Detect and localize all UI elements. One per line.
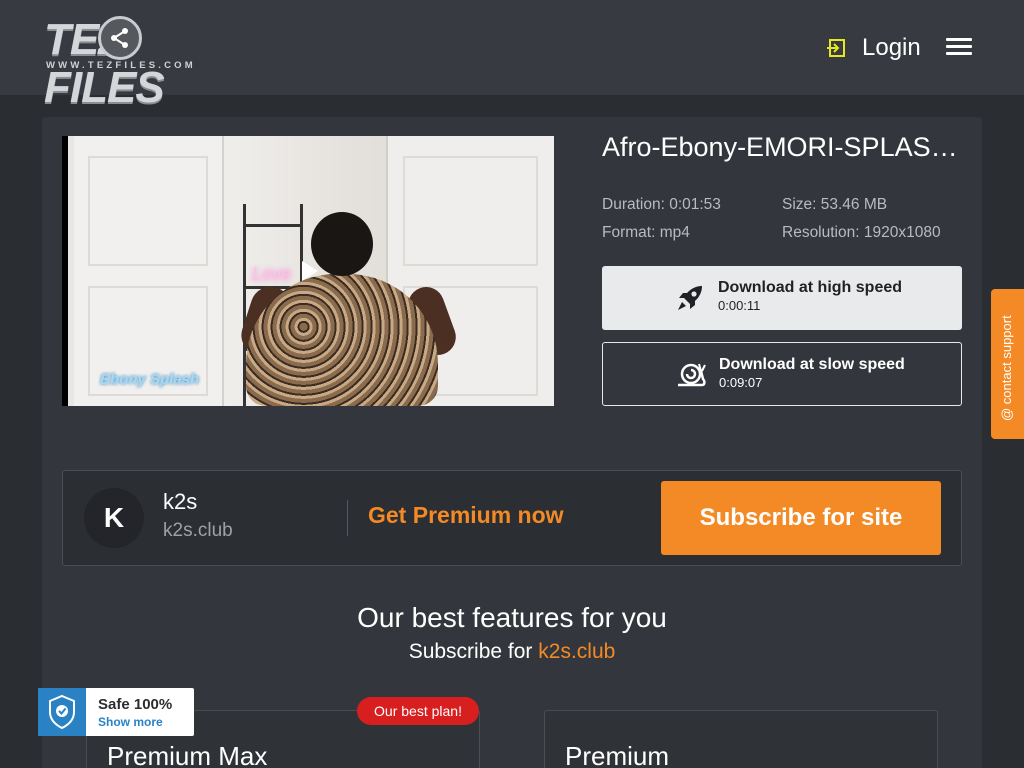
features-sub-site-link[interactable]: k2s.club: [538, 640, 615, 663]
share-icon: [98, 16, 142, 60]
download-fast-button[interactable]: Download at high speed 0:00:11: [602, 266, 962, 330]
features-sub-prefix: Subscribe for: [408, 640, 533, 663]
shield-icon: [38, 688, 86, 736]
file-title: Afro-Ebony-EMORI-SPLASH...: [602, 132, 962, 162]
file-size: Size: 53.46 MB: [782, 196, 888, 213]
file-duration: Duration: 0:01:53: [602, 196, 721, 213]
scene-neon-sign: Love: [252, 264, 292, 284]
scene-door-panel: [403, 156, 538, 266]
subscribe-button[interactable]: Subscribe for site: [661, 481, 941, 555]
file-format: Format: mp4: [602, 224, 690, 241]
get-premium-link[interactable]: Get Premium now: [368, 502, 564, 529]
scene-door-panel: [88, 156, 208, 266]
safe-show-more-link[interactable]: Show more: [98, 715, 163, 729]
snail-icon: [678, 363, 706, 387]
divider: [347, 500, 348, 536]
login-label: Login: [862, 34, 921, 61]
plan-name: Premium Max: [107, 741, 268, 768]
avatar: K: [84, 488, 144, 548]
file-resolution: Resolution: 1920x1080: [782, 224, 941, 241]
best-plan-badge: Our best plan!: [357, 697, 479, 725]
login-icon: [827, 39, 845, 57]
menu-icon[interactable]: [946, 38, 972, 58]
play-icon[interactable]: [302, 261, 318, 281]
safe-badge[interactable]: Safe 100% Show more: [38, 688, 194, 736]
plan-name: Premium: [565, 741, 670, 768]
login-button[interactable]: Login: [826, 33, 921, 63]
download-slow-time: 0:09:07: [719, 375, 763, 390]
logo-subtitle: WWW.TEZFILES.COM: [46, 60, 196, 71]
video-watermark: Ebony Splash: [100, 371, 200, 388]
site-logo[interactable]: TEZ FILES WWW.TEZFILES.COM: [42, 14, 234, 112]
video-preview[interactable]: Love Ebony Splash: [62, 136, 554, 406]
site-name: k2s: [163, 489, 198, 514]
download-slow-button[interactable]: Download at slow speed 0:09:07: [602, 342, 962, 406]
contact-support-tab[interactable]: @ contact support: [991, 289, 1024, 439]
safe-title: Safe 100%: [98, 696, 173, 713]
site-header: TEZ FILES WWW.TEZFILES.COM Login: [0, 0, 1024, 112]
features-heading: Our best features for you: [357, 602, 667, 633]
features-subheading: Subscribe for k2s.club: [0, 640, 1024, 664]
download-fast-label: Download at high speed: [718, 279, 903, 296]
download-slow-label: Download at slow speed: [719, 356, 905, 373]
site-domain: k2s.club: [163, 520, 233, 541]
plan-card-premium[interactable]: Premium: [544, 710, 938, 768]
contact-support-label: @ contact support: [999, 315, 1014, 421]
download-fast-time: 0:00:11: [718, 298, 761, 313]
rocket-icon: [678, 286, 702, 310]
scene-figure: [311, 212, 373, 276]
